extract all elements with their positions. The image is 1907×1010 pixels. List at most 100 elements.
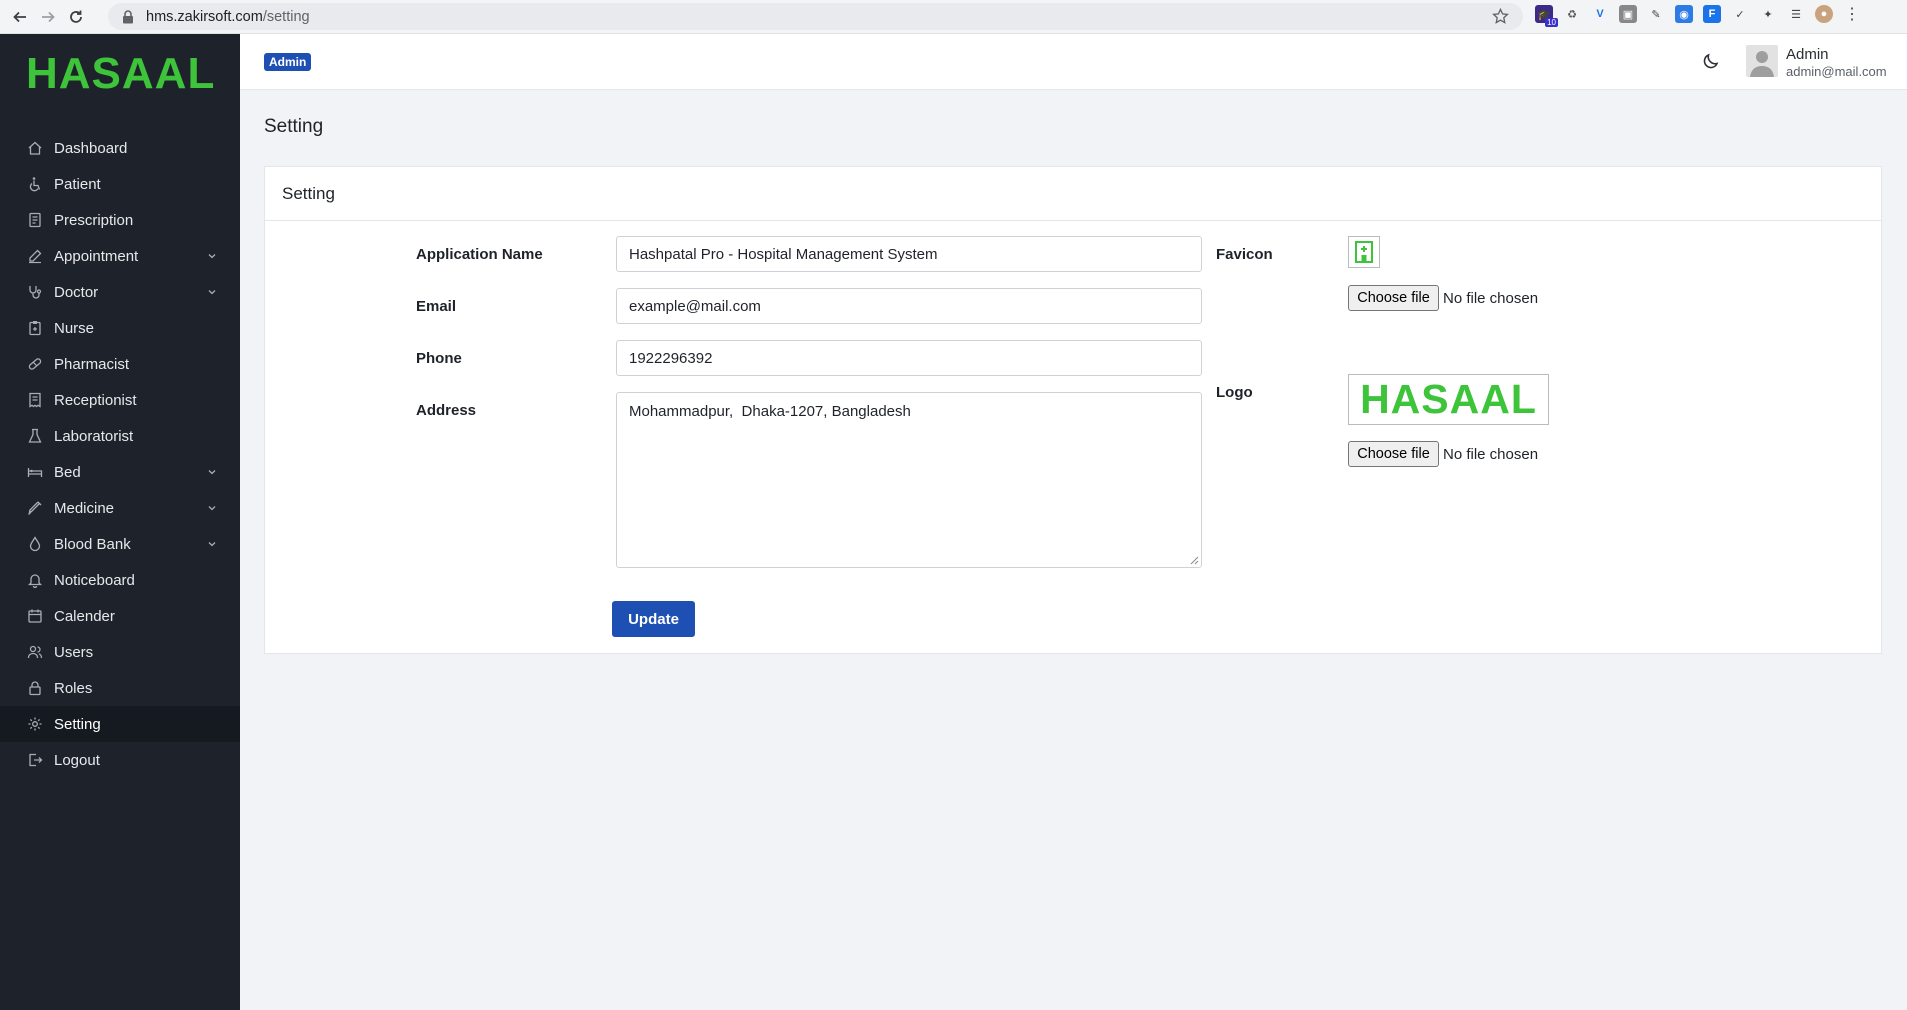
address-value: Mohammadpur, Dhaka-1207, Bangladesh bbox=[629, 403, 911, 420]
forward-icon[interactable] bbox=[34, 3, 62, 31]
logo-label: Logo bbox=[1216, 384, 1253, 401]
profile-avatar-icon[interactable]: ● bbox=[1815, 5, 1833, 23]
favicon-choose-file-button[interactable]: Choose file bbox=[1348, 285, 1439, 311]
chevron-down-icon bbox=[206, 285, 218, 297]
sidebar-item-label: Bed bbox=[54, 463, 81, 481]
sidebar-item-label: Setting bbox=[54, 715, 101, 733]
extension-eyedropper-icon[interactable]: ✎ bbox=[1647, 5, 1665, 23]
sidebar-item-label: Doctor bbox=[54, 283, 99, 301]
sidebar-item-logout[interactable]: Logout bbox=[0, 742, 240, 778]
extension-v-icon[interactable]: V bbox=[1591, 5, 1609, 23]
user-name[interactable]: Admin bbox=[1786, 46, 1829, 63]
chevron-down-icon bbox=[206, 501, 218, 513]
extension-pocket-icon[interactable]: ✓ bbox=[1731, 5, 1749, 23]
sidebar-item-doctor[interactable]: Doctor bbox=[0, 274, 240, 310]
gear-icon bbox=[26, 715, 44, 733]
update-button[interactable]: Update bbox=[612, 601, 695, 637]
sidebar-item-roles[interactable]: Roles bbox=[0, 670, 240, 706]
bed-icon bbox=[26, 463, 44, 481]
sidebar-item-laboratorist[interactable]: Laboratorist bbox=[0, 418, 240, 454]
sidebar-item-dashboard[interactable]: Dashboard bbox=[0, 130, 240, 166]
home-icon bbox=[26, 139, 44, 157]
sidebar-item-calender[interactable]: Calender bbox=[0, 598, 240, 634]
settings-card: Setting Application Name Hashpatal Pro -… bbox=[264, 166, 1882, 654]
page-title: Setting bbox=[264, 116, 324, 137]
sidebar-item-medicine[interactable]: Medicine bbox=[0, 490, 240, 526]
extension-image-icon[interactable]: ▣ bbox=[1619, 5, 1637, 23]
sidebar-item-users[interactable]: Users bbox=[0, 634, 240, 670]
reading-list-icon[interactable]: ☰ bbox=[1787, 5, 1805, 23]
app-name-input[interactable]: Hashpatal Pro - Hospital Management Syst… bbox=[616, 236, 1202, 272]
dark-mode-toggle-icon[interactable] bbox=[1701, 51, 1721, 71]
logo-file-status: No file chosen bbox=[1443, 446, 1539, 463]
sidebar-item-setting[interactable]: Setting bbox=[0, 706, 240, 742]
sidebar-item-receptionist[interactable]: Receptionist bbox=[0, 382, 240, 418]
sidebar-item-label: Noticeboard bbox=[54, 571, 135, 589]
phone-input[interactable]: 1922296392 bbox=[616, 340, 1202, 376]
bell-icon bbox=[26, 571, 44, 589]
extension-graduation-icon[interactable]: 🎓 10 bbox=[1535, 5, 1558, 27]
sidebar-item-label: Roles bbox=[54, 679, 93, 697]
sidebar-item-label: Pharmacist bbox=[54, 355, 130, 373]
lock-icon bbox=[26, 679, 44, 697]
clipboard-icon bbox=[26, 319, 44, 337]
chevron-down-icon bbox=[206, 537, 218, 549]
pill-icon bbox=[26, 355, 44, 373]
sidebar: HASAAL Dashboard Patient Prescription Appoi… bbox=[0, 34, 240, 1010]
user-avatar[interactable] bbox=[1746, 45, 1778, 77]
sidebar-item-label: Appointment bbox=[54, 247, 139, 265]
logout-icon bbox=[26, 751, 44, 769]
sidebar-item-appointment[interactable]: Appointment bbox=[0, 238, 240, 274]
sidebar-item-nurse[interactable]: Nurse bbox=[0, 310, 240, 346]
resize-handle-icon[interactable] bbox=[1190, 556, 1199, 565]
sidebar-item-prescription[interactable]: Prescription bbox=[0, 202, 240, 238]
favicon-file-status: No file chosen bbox=[1443, 290, 1539, 307]
address-textarea[interactable]: Mohammadpur, Dhaka-1207, Bangladesh bbox=[616, 392, 1202, 568]
users-icon bbox=[26, 643, 44, 661]
sidebar-item-label: Prescription bbox=[54, 211, 134, 229]
chevron-down-icon bbox=[206, 249, 218, 261]
reload-icon[interactable] bbox=[62, 3, 90, 31]
back-icon[interactable] bbox=[6, 3, 34, 31]
logo-preview-text: HASAAL bbox=[1360, 376, 1537, 422]
sidebar-item-label: Receptionist bbox=[54, 391, 137, 409]
card-title: Setting bbox=[265, 167, 1881, 221]
app-name-label: Application Name bbox=[416, 246, 543, 263]
sidebar-item-label: Medicine bbox=[54, 499, 115, 517]
email-input[interactable]: example@mail.com bbox=[616, 288, 1202, 324]
extension-icons: 🎓 10 ♻ V ▣ ✎ ◉ F ✓ ✦ ☰ ● ⋮ bbox=[1535, 5, 1861, 27]
favicon-preview bbox=[1348, 236, 1380, 268]
extensions-puzzle-icon[interactable]: ✦ bbox=[1759, 5, 1777, 23]
extension-recycle-icon[interactable]: ♻ bbox=[1563, 5, 1581, 23]
flask-icon bbox=[26, 427, 44, 445]
wheelchair-icon bbox=[26, 175, 44, 193]
sidebar-item-pharmacist[interactable]: Pharmacist bbox=[0, 346, 240, 382]
sidebar-item-blood-bank[interactable]: Blood Bank bbox=[0, 526, 240, 562]
browser-menu-icon[interactable]: ⋮ bbox=[1843, 5, 1861, 23]
email-label: Email bbox=[416, 298, 457, 315]
role-badge: Admin bbox=[264, 53, 312, 71]
address-bar[interactable]: hms.zakirsoft.com/setting bbox=[108, 3, 1523, 30]
logo-choose-file-button[interactable]: Choose file bbox=[1348, 441, 1439, 467]
extension-camera-icon[interactable]: ◉ bbox=[1675, 5, 1693, 23]
sidebar-item-label: Users bbox=[54, 643, 94, 661]
brand-logo[interactable]: HASAAL bbox=[0, 34, 240, 114]
chevron-down-icon bbox=[206, 465, 218, 477]
sidebar-menu: Dashboard Patient Prescription Appointment D… bbox=[0, 130, 240, 778]
sidebar-item-patient[interactable]: Patient bbox=[0, 166, 240, 202]
sidebar-item-label: Nurse bbox=[54, 319, 95, 337]
bookmark-star-icon[interactable] bbox=[1492, 8, 1509, 25]
receipt-icon bbox=[26, 391, 44, 409]
syringe-icon bbox=[26, 499, 44, 517]
sidebar-item-noticeboard[interactable]: Noticeboard bbox=[0, 562, 240, 598]
lock-icon bbox=[123, 9, 133, 23]
drop-icon bbox=[26, 535, 44, 553]
sidebar-item-label: Patient bbox=[54, 175, 101, 193]
top-header: Admin Admin admin@mail.com bbox=[240, 34, 1907, 90]
extension-font-icon[interactable]: F bbox=[1703, 5, 1721, 23]
url-host: hms.zakirsoft.com bbox=[146, 8, 263, 25]
phone-label: Phone bbox=[416, 350, 462, 367]
sidebar-item-bed[interactable]: Bed bbox=[0, 454, 240, 490]
sidebar-item-label: Laboratorist bbox=[54, 427, 134, 445]
brand-text: HASAAL bbox=[26, 49, 216, 98]
